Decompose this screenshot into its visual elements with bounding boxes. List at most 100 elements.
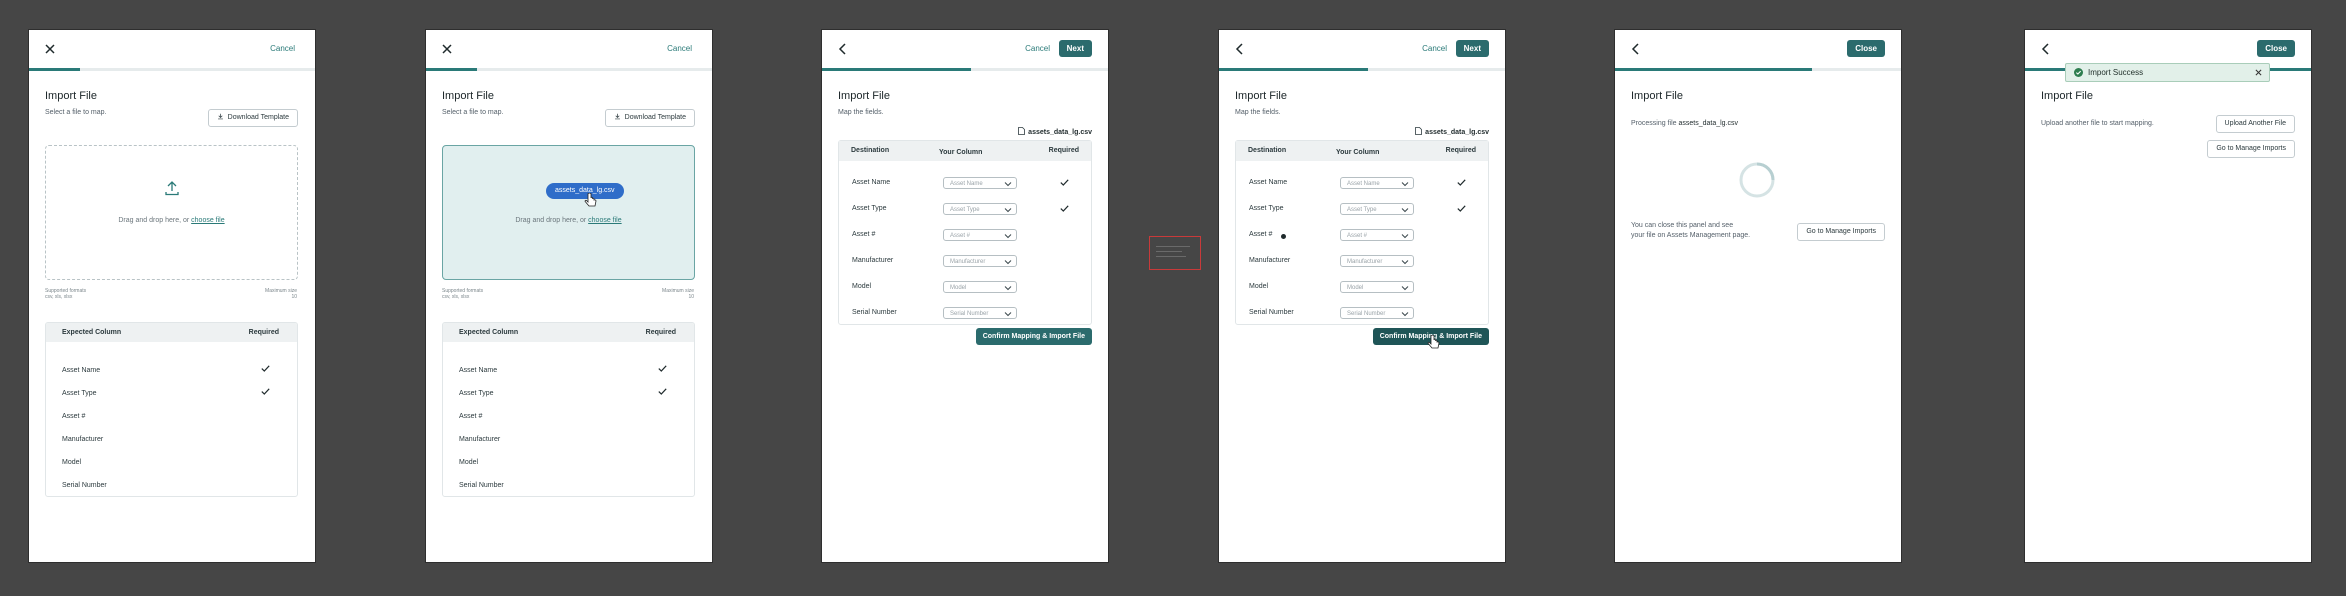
- download-template-button[interactable]: Download Template: [207, 109, 298, 127]
- destination-field-label: Manufacturer: [852, 257, 894, 264]
- table-header: Expected Column Required: [443, 323, 694, 342]
- destination-field-label: Serial Number: [852, 309, 897, 316]
- required-check-icon: [1457, 179, 1466, 186]
- required-check-icon: [1060, 205, 1069, 212]
- next-button[interactable]: Next: [1058, 40, 1092, 57]
- panel-dragging-file: Cancel Import File Select a file to map.…: [426, 30, 712, 562]
- cancel-button[interactable]: Cancel: [1422, 44, 1447, 53]
- column-select[interactable]: Asset #: [943, 229, 1017, 241]
- column-select[interactable]: Asset Type: [943, 203, 1017, 215]
- close-icon[interactable]: [43, 42, 57, 56]
- required-check-icon: [658, 388, 667, 395]
- subtitle: Select a file to map.: [45, 109, 107, 116]
- column-select[interactable]: Manufacturer: [1340, 255, 1414, 267]
- panel-processing: Close Import File Processing file assets…: [1615, 30, 1901, 562]
- upload-another-file-button[interactable]: Upload Another File: [2215, 115, 2295, 133]
- column-select-placeholder: Serial Number: [1347, 311, 1386, 317]
- chevron-down-icon: [1004, 234, 1012, 239]
- destination-field-label: Model: [852, 283, 872, 290]
- destination-field-label: Model: [1249, 283, 1269, 290]
- cancel-button[interactable]: Cancel: [270, 44, 295, 53]
- cancel-button[interactable]: Cancel: [667, 44, 692, 53]
- download-icon: [614, 113, 620, 120]
- choose-file-link[interactable]: choose file: [191, 217, 224, 224]
- back-arrow-icon[interactable]: [1233, 42, 1247, 56]
- max-size-value: 10: [688, 294, 694, 300]
- required-header: Required: [1445, 147, 1476, 154]
- cancel-button[interactable]: Cancel: [1025, 44, 1050, 53]
- column-select[interactable]: Serial Number: [943, 307, 1017, 319]
- page-title: Import File: [838, 90, 890, 102]
- choose-file-link[interactable]: choose file: [588, 217, 621, 224]
- column-select-placeholder: Asset Type: [1347, 207, 1377, 213]
- required-check-icon: [1457, 205, 1466, 212]
- progress-fill: [426, 68, 478, 71]
- hand-cursor-icon: [1427, 335, 1440, 349]
- back-arrow-icon[interactable]: [836, 42, 850, 56]
- column-select[interactable]: Asset Name: [1340, 177, 1414, 189]
- drop-zone-text: Drag and drop here, or choose file: [46, 217, 297, 224]
- toast-close-icon[interactable]: [2255, 69, 2262, 76]
- drop-zone[interactable]: Drag and drop here, or choose file: [45, 145, 298, 280]
- table-row-label: Serial Number: [459, 482, 504, 489]
- progress-fill: [29, 68, 81, 71]
- download-icon: [217, 113, 223, 120]
- column-select-placeholder: Asset Name: [950, 181, 983, 187]
- column-select[interactable]: Manufacturer: [943, 255, 1017, 267]
- column-select[interactable]: Model: [1340, 281, 1414, 293]
- progress-fill: [1615, 68, 1813, 71]
- column-select-placeholder: Manufacturer: [950, 259, 986, 265]
- annotation-line-2: [1156, 251, 1182, 252]
- close-icon[interactable]: [440, 42, 454, 56]
- column-select-placeholder: Model: [950, 285, 967, 291]
- column-select[interactable]: Asset Name: [943, 177, 1017, 189]
- destination-field-label: Asset #: [1249, 231, 1273, 238]
- page-title: Import File: [442, 90, 494, 102]
- top-bar: Cancel: [29, 30, 315, 68]
- destination-field-label: Asset #: [852, 231, 876, 238]
- table-row-label: Asset Name: [62, 367, 101, 374]
- go-to-manage-imports-button[interactable]: Go to Manage Imports: [2207, 140, 2295, 158]
- column-select[interactable]: Asset Type: [1340, 203, 1414, 215]
- your-column-header: Your Column: [1336, 149, 1380, 156]
- next-button[interactable]: Next: [1455, 40, 1489, 57]
- download-template-button[interactable]: Download Template: [604, 109, 695, 127]
- page-title: Import File: [2041, 90, 2093, 102]
- close-button[interactable]: Close: [2257, 40, 2295, 57]
- your-column-header: Your Column: [939, 149, 983, 156]
- required-check-icon: [261, 388, 270, 395]
- progress-track: [1615, 68, 1901, 71]
- close-button[interactable]: Close: [1847, 40, 1885, 57]
- column-select[interactable]: Model: [943, 281, 1017, 293]
- table-row-label: Serial Number: [62, 482, 107, 489]
- success-toast: Import Success: [2065, 63, 2270, 82]
- selected-file: assets_data_lg.csv: [1018, 127, 1092, 136]
- destination-field-label: Serial Number: [1249, 309, 1294, 316]
- table-header: Expected Column Required: [46, 323, 297, 342]
- annotation-box: [1149, 236, 1201, 270]
- chevron-down-icon: [1401, 208, 1409, 213]
- progress-fill: [822, 68, 971, 71]
- selected-file: assets_data_lg.csv: [1415, 127, 1489, 136]
- required-check-icon: [1060, 179, 1069, 186]
- check-circle-icon: [2074, 68, 2083, 77]
- processing-text: Processing file assets_data_lg.csv: [1631, 120, 1738, 127]
- back-arrow-icon[interactable]: [1629, 42, 1643, 56]
- drop-zone-active[interactable]: assets_data_lg.csv Drag and drop here, o…: [442, 145, 695, 280]
- subtitle: Upload another file to start mapping.: [2041, 120, 2154, 127]
- required-header: Required: [1048, 147, 1079, 154]
- column-select[interactable]: Serial Number: [1340, 307, 1414, 319]
- column-select[interactable]: Asset #: [1340, 229, 1414, 241]
- panel-select-file: Cancel Import File Select a file to map.…: [29, 30, 315, 562]
- go-to-manage-imports-button[interactable]: Go to Manage Imports: [1797, 223, 1885, 241]
- destination-header: Destination: [1248, 147, 1287, 154]
- confirm-import-button[interactable]: Confirm Mapping & Import File: [975, 328, 1092, 345]
- supported-formats: Supported formats csv, xls, xlsx: [45, 288, 86, 300]
- chevron-down-icon: [1004, 182, 1012, 187]
- back-arrow-icon[interactable]: [2039, 42, 2053, 56]
- top-bar: Close: [1615, 30, 1901, 68]
- destination-field-label: Asset Type: [852, 205, 887, 212]
- selected-file-name: assets_data_lg.csv: [1425, 129, 1489, 136]
- column-select-placeholder: Asset Name: [1347, 181, 1380, 187]
- drag-text: Drag and drop here, or: [515, 217, 587, 224]
